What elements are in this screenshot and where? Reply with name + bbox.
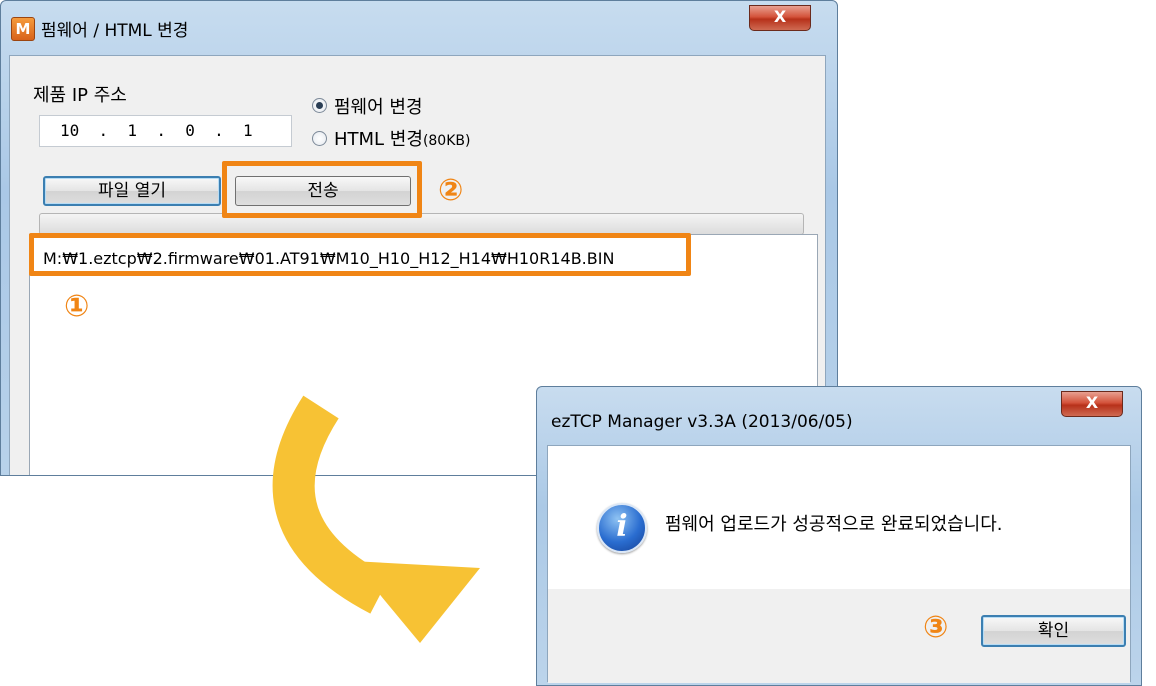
step-2-marker: ② (438, 173, 464, 208)
open-file-button[interactable]: 파일 열기 (43, 176, 221, 206)
info-icon: i (597, 503, 647, 553)
send-button-highlight (222, 161, 422, 218)
message-dialog: ezTCP Manager v3.3A (2013/06/05) X i 펌웨어… (536, 386, 1142, 686)
radio-html-label[interactable]: HTML 변경(80KB) (334, 125, 470, 151)
dialog-title: ezTCP Manager v3.3A (2013/06/05) (551, 412, 853, 432)
ok-button[interactable]: 확인 (981, 615, 1126, 647)
radio-html-text: HTML 변경 (334, 129, 423, 150)
app-icon: M (11, 17, 35, 41)
ip-address-input[interactable]: 10 . 1 . 0 . 1 (39, 115, 292, 147)
radio-firmware[interactable] (312, 98, 327, 113)
dialog-close-button[interactable]: X (1061, 391, 1123, 417)
radio-firmware-label[interactable]: 펌웨어 변경 (334, 93, 423, 119)
close-button[interactable]: X (749, 5, 811, 31)
ip-label: 제품 IP 주소 (33, 85, 127, 106)
window-title: 펌웨어 / HTML 변경 (41, 21, 189, 41)
step-3-marker: ③ (923, 610, 949, 645)
curved-arrow-icon (272, 395, 480, 643)
file-path-highlight (29, 233, 691, 276)
dialog-message: 펌웨어 업로드가 성공적으로 완료되었습니다. (665, 514, 1003, 535)
step-1-marker: ① (64, 289, 90, 324)
title-bar: M 펌웨어 / HTML 변경 X (1, 1, 837, 53)
radio-html[interactable] (312, 131, 327, 146)
radio-html-size: (80KB) (422, 133, 471, 149)
